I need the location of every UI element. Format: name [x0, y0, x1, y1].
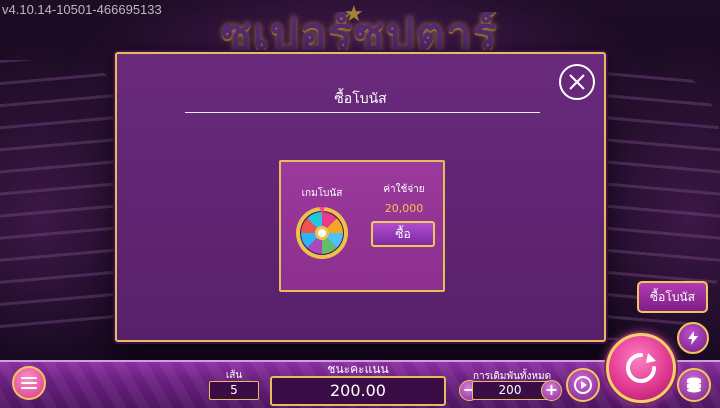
bonus-game-label: เกมโบนัส [301, 188, 343, 199]
menu-button[interactable] [12, 366, 46, 400]
coin-stack-icon [687, 377, 701, 393]
bonus-game-card: เกมโบนัส ค่าใช้จ่าย 20,000 ซื้อ [279, 160, 445, 292]
bet-settings-button[interactable] [677, 368, 711, 402]
title-divider [185, 112, 540, 113]
buy-bonus-dialog: ซื้อโบนัส เกมโบนัส ค่าใช้จ่าย 20,000 ซื้… [115, 52, 606, 342]
turbo-button[interactable] [677, 322, 709, 354]
spin-button[interactable] [606, 333, 676, 403]
lines-value: 5 [209, 381, 259, 400]
cost-label: ค่าใช้จ่าย [383, 184, 425, 195]
turbo-lightning-icon [688, 331, 698, 345]
autoplay-icon [574, 376, 592, 394]
spin-icon [626, 353, 656, 383]
menu-icon [21, 377, 37, 389]
buy-bonus-button[interactable]: ซื้อโบนัส [637, 281, 708, 313]
close-icon [569, 74, 585, 90]
buy-button[interactable]: ซื้อ [371, 221, 435, 247]
close-button[interactable] [559, 64, 595, 100]
win-value: 200.00 [270, 376, 446, 406]
cost-value: 20,000 [384, 202, 424, 215]
prize-wheel-icon [296, 207, 348, 259]
increase-bet-button[interactable]: + [541, 380, 562, 401]
autoplay-button[interactable] [566, 368, 600, 402]
total-bet-value: 200 [472, 381, 548, 400]
dialog-title: ซื้อโบนัส [334, 91, 387, 107]
